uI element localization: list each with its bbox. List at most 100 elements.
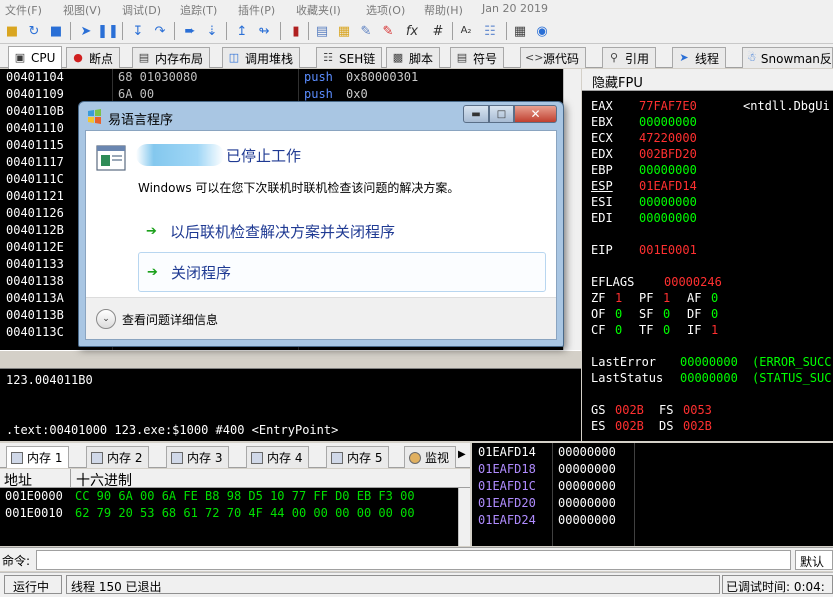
reg-esi-value[interactable]: 00000000 <box>639 195 697 209</box>
flag-sf-value[interactable]: 0 <box>663 307 670 321</box>
disasm-row[interactable]: 00401104 68 01030080 push 0x80000301 <box>0 69 580 86</box>
maximize-button[interactable]: □ <box>489 105 514 123</box>
hide-fpu-toggle[interactable]: 隐藏FPU <box>582 69 833 91</box>
pause-icon[interactable]: ❚❚ <box>97 23 119 39</box>
hex-row[interactable]: 001E0000 CC 90 6A 00 6A FE B8 98 D5 10 7… <box>0 488 415 505</box>
tab-breakpoints[interactable]: ● 断点 <box>66 47 121 68</box>
minimize-button[interactable]: ▬ <box>463 105 489 123</box>
flag-tf-value[interactable]: 0 <box>663 323 670 337</box>
flag-zf-value[interactable]: 1 <box>615 291 622 305</box>
globe-icon[interactable]: ◉ <box>534 23 550 39</box>
close-program-option[interactable]: ➔ 关闭程序 <box>138 252 546 292</box>
check-solution-online-option[interactable]: ➔ 以后联机检查解决方案并关闭程序 <box>138 211 546 251</box>
tab-memory-map[interactable]: ▤ 内存布局 <box>132 47 211 68</box>
menu-plugins[interactable]: 插件(P) <box>238 2 275 18</box>
tab-memory-2[interactable]: 内存 2 <box>86 446 150 468</box>
flag-af-value[interactable]: 0 <box>711 291 718 305</box>
reg-ebp-name: EBP <box>591 163 613 177</box>
tab-snowman[interactable]: ☃ Snowman反编 <box>742 47 833 68</box>
reg-ds-value[interactable]: 002B <box>683 419 712 433</box>
flag-df-value[interactable]: 0 <box>711 307 718 321</box>
tab-memory-4[interactable]: 内存 4 <box>246 446 310 468</box>
menu-options[interactable]: 选项(O) <box>366 2 405 18</box>
reg-esp-value[interactable]: 01EAFD14 <box>639 179 697 193</box>
hex-scrollbar[interactable] <box>458 488 470 546</box>
reg-ebp-value[interactable]: 00000000 <box>639 163 697 177</box>
lasterror-name: LastError <box>591 355 657 369</box>
disasm-scrollbar[interactable] <box>563 69 581 350</box>
menu-file[interactable]: 文件(F) <box>5 2 42 18</box>
command-mode-select[interactable]: 默认 <box>795 550 833 570</box>
fx-icon[interactable]: fx <box>404 23 420 39</box>
strings-icon[interactable]: ☷ <box>482 23 498 39</box>
functions-icon[interactable]: ✎ <box>380 23 396 39</box>
menu-debug[interactable]: 调试(D) <box>122 2 161 18</box>
reg-eip-value[interactable]: 001E0001 <box>639 243 697 257</box>
tab-threads[interactable]: ➤ 线程 <box>672 47 727 68</box>
hex-row[interactable]: 001E0010 62 79 20 53 68 61 72 70 4F 44 0… <box>0 505 415 522</box>
tab-call-stack[interactable]: ◫ 调用堆栈 <box>222 47 301 68</box>
step-into-icon[interactable]: ↧ <box>130 23 146 39</box>
reg-es-value[interactable]: 002B <box>615 419 644 433</box>
tab-references[interactable]: ⚲ 引用 <box>602 47 657 68</box>
step-over-icon[interactable]: ↷ <box>152 23 168 39</box>
lasterror-value[interactable]: 00000000 <box>680 355 738 369</box>
menu-favourites[interactable]: 收藏夹(I) <box>296 2 341 18</box>
flag-if-value[interactable]: 1 <box>711 323 718 337</box>
menu-trace[interactable]: 追踪(T) <box>180 2 217 18</box>
tab-watch[interactable]: 监视 <box>404 446 456 468</box>
laststatus-value[interactable]: 00000000 <box>680 371 738 385</box>
hex-dump[interactable]: 001E0000 CC 90 6A 00 6A FE B8 98 D5 10 7… <box>0 488 458 546</box>
restart-icon[interactable]: ↻ <box>26 23 42 39</box>
chevron-down-icon[interactable]: ⌄ <box>96 309 116 329</box>
reg-eax-value[interactable]: 77FAF7E0 <box>639 99 697 113</box>
reg-edi-value[interactable]: 00000000 <box>639 211 697 225</box>
hex-col-hex[interactable]: 十六进制 <box>76 470 132 490</box>
tab-symbols[interactable]: ▤ 符号 <box>450 47 505 68</box>
flag-of-value[interactable]: 0 <box>615 307 622 321</box>
labels-icon[interactable]: ▦ <box>336 23 352 39</box>
comments-icon[interactable]: ▤ <box>314 23 330 39</box>
command-input[interactable] <box>36 550 791 570</box>
scylla-icon[interactable]: ▮ <box>288 23 304 39</box>
font-size-icon[interactable]: A₂ <box>458 23 474 39</box>
pane-splitter[interactable] <box>0 350 581 369</box>
reg-gs-value[interactable]: 002B <box>615 403 644 417</box>
registers-pane[interactable]: 隐藏FPU EAX 77FAF7E0 <ntdll.DbgUi EBX 0000… <box>582 69 833 441</box>
tab-memory-1[interactable]: 内存 1 <box>6 446 70 468</box>
reg-edx-value[interactable]: 002BFD20 <box>639 147 697 161</box>
tab-memory-5[interactable]: 内存 5 <box>326 446 390 468</box>
tab-memory-3[interactable]: 内存 3 <box>166 446 230 468</box>
reg-ebx-value[interactable]: 00000000 <box>639 115 697 129</box>
reg-fs-value[interactable]: 0053 <box>683 403 712 417</box>
menu-help[interactable]: 帮助(H) <box>424 2 463 18</box>
tab-script[interactable]: ▩ 脚本 <box>386 47 441 68</box>
tab-source[interactable]: <> 源代码 <box>520 47 587 68</box>
open-icon[interactable]: ■ <box>4 23 20 39</box>
stack-view[interactable]: 01EAFD14 00000000 01EAFD18 00000000 01EAFD… <box>472 443 833 546</box>
flag-pf-name: PF <box>639 291 654 305</box>
flag-cf-value[interactable]: 0 <box>615 323 622 337</box>
tab-scroll-right-icon[interactable]: ▶ <box>458 449 466 460</box>
execute-till-return-icon[interactable]: ↥ <box>234 23 250 39</box>
view-details-link[interactable]: 查看问题详细信息 <box>122 311 218 328</box>
reg-ecx-value[interactable]: 47220000 <box>639 131 697 145</box>
run-to-user-code-icon[interactable]: ↬ <box>256 23 272 39</box>
flag-pf-value[interactable]: 1 <box>663 291 670 305</box>
reg-eflags-value[interactable]: 00000246 <box>664 275 722 289</box>
hex-col-address[interactable]: 地址 <box>4 470 32 490</box>
hash-icon[interactable]: # <box>430 23 446 39</box>
run-icon[interactable]: ➤ <box>78 23 94 39</box>
bookmarks-icon[interactable]: ✎ <box>358 23 374 39</box>
dialog-titlebar[interactable]: 易语言程序 ▬ □ ✕ <box>79 102 563 130</box>
close-button[interactable]: ✕ <box>514 105 557 123</box>
trace-over-icon[interactable]: ⇣ <box>204 23 220 39</box>
menu-view[interactable]: 视图(V) <box>63 2 101 18</box>
flag-zf-name: ZF <box>591 291 606 305</box>
tab-cpu[interactable]: ▣ CPU <box>8 46 63 69</box>
close-icon[interactable]: ■ <box>48 23 64 39</box>
reg-es-name: ES <box>591 419 606 433</box>
trace-into-icon[interactable]: ➨ <box>182 23 198 39</box>
tab-seh-chain[interactable]: ☷ SEH链 <box>316 47 383 68</box>
calculator-icon[interactable]: ▦ <box>512 23 528 39</box>
